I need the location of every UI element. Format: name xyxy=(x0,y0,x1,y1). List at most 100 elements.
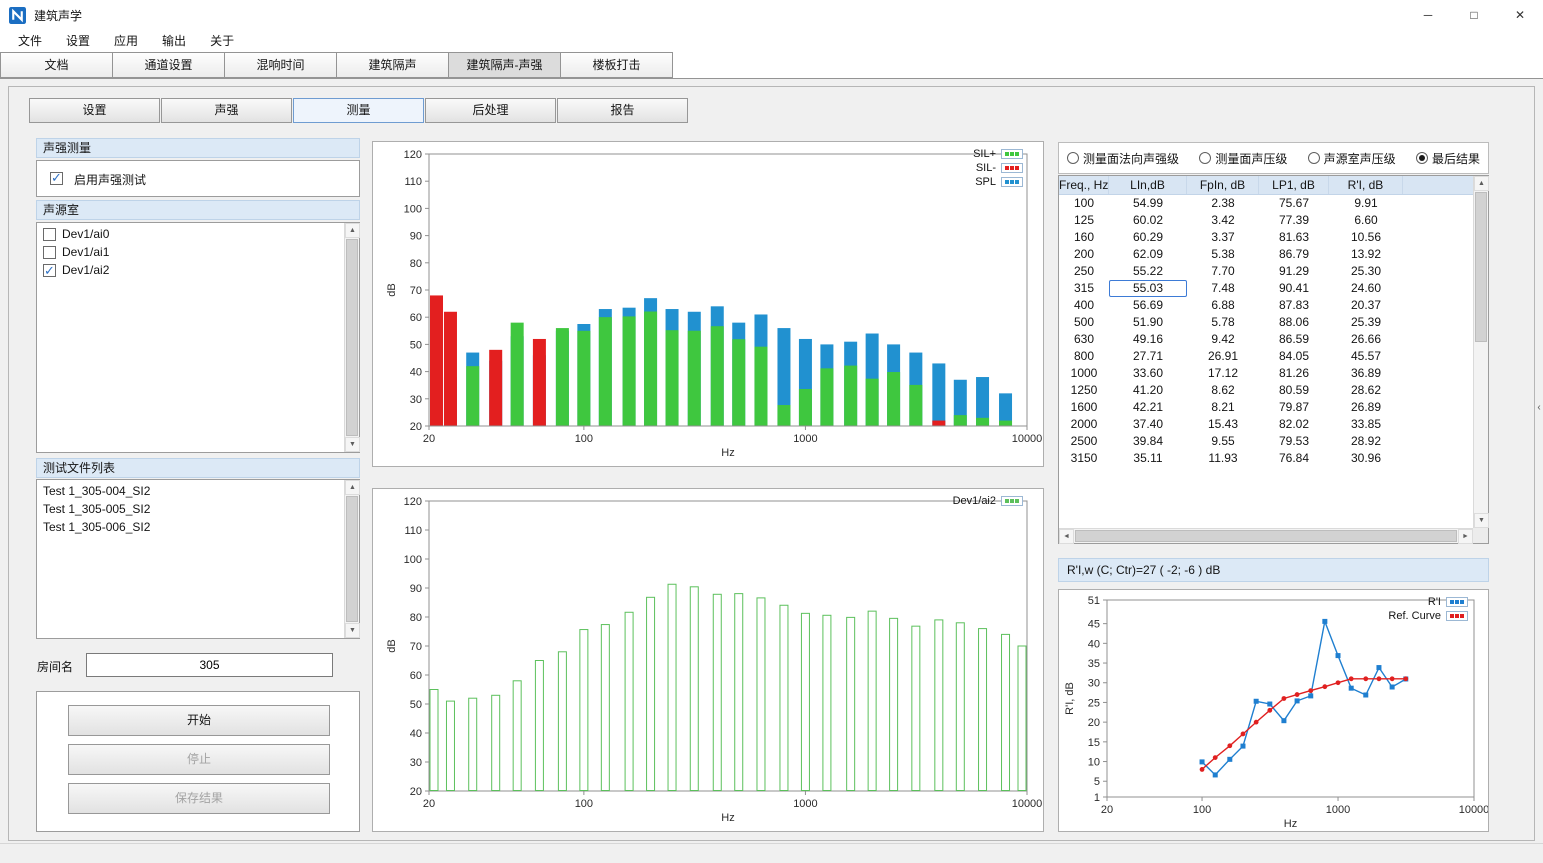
channel-item-1[interactable]: Dev1/ai1 xyxy=(38,243,343,261)
table-row[interactable]: 125041.208.6280.5928.62 xyxy=(1059,382,1473,399)
table-row[interactable]: 250039.849.5579.5328.92 xyxy=(1059,433,1473,450)
test-file-item-1[interactable]: Test 1_305-005_SI2 xyxy=(38,500,343,518)
scroll-up-icon[interactable] xyxy=(1474,176,1489,191)
table-cell[interactable]: 26.89 xyxy=(1329,399,1403,416)
table-cell[interactable]: 1250 xyxy=(1059,382,1109,399)
table-cell[interactable]: 55.03 xyxy=(1109,280,1187,297)
table-cell[interactable]: 26.91 xyxy=(1187,348,1259,365)
column-header-3[interactable]: LP1, dB xyxy=(1259,176,1329,194)
radio-option-0[interactable]: 测量面法向声强级 xyxy=(1067,150,1179,167)
table-cell[interactable]: 60.29 xyxy=(1109,229,1187,246)
table-cell[interactable]: 315 xyxy=(1059,280,1109,297)
table-cell[interactable]: 25.30 xyxy=(1329,263,1403,280)
doc-tab-0[interactable]: 文档 xyxy=(0,52,113,78)
test-file-item-0[interactable]: Test 1_305-004_SI2 xyxy=(38,482,343,500)
table-cell[interactable]: 26.66 xyxy=(1329,331,1403,348)
table-cell[interactable]: 75.67 xyxy=(1259,195,1329,212)
table-cell[interactable]: 125 xyxy=(1059,212,1109,229)
scrollbar-thumb[interactable] xyxy=(1475,192,1487,342)
table-cell[interactable]: 6.88 xyxy=(1187,297,1259,314)
table-row[interactable]: 12560.023.4277.396.60 xyxy=(1059,212,1473,229)
collapse-panel-handle[interactable] xyxy=(1535,396,1543,420)
scroll-up-icon[interactable] xyxy=(345,480,360,495)
table-cell[interactable]: 3.42 xyxy=(1187,212,1259,229)
doc-tab-4[interactable]: 建筑隔声-声强 xyxy=(448,52,561,78)
table-cell[interactable]: 17.12 xyxy=(1187,365,1259,382)
column-header-4[interactable]: R'I, dB xyxy=(1329,176,1403,194)
column-header-2[interactable]: FpIn, dB xyxy=(1187,176,1259,194)
close-button[interactable]: ✕ xyxy=(1497,0,1543,30)
channel-checkbox[interactable] xyxy=(43,264,56,277)
column-header-1[interactable]: LIn,dB xyxy=(1109,176,1187,194)
table-cell[interactable]: 100 xyxy=(1059,195,1109,212)
table-cell[interactable]: 62.09 xyxy=(1109,246,1187,263)
scroll-left-icon[interactable] xyxy=(1059,529,1074,544)
table-cell[interactable]: 77.39 xyxy=(1259,212,1329,229)
table-row[interactable]: 315035.1111.9376.8430.96 xyxy=(1059,450,1473,467)
table-row[interactable]: 200037.4015.4382.0233.85 xyxy=(1059,416,1473,433)
table-cell[interactable]: 87.83 xyxy=(1259,297,1329,314)
table-cell[interactable]: 79.87 xyxy=(1259,399,1329,416)
table-cell[interactable]: 76.84 xyxy=(1259,450,1329,467)
scrollbar-thumb[interactable] xyxy=(1075,530,1457,542)
table-cell[interactable]: 8.21 xyxy=(1187,399,1259,416)
table-row[interactable]: 10054.992.3875.679.91 xyxy=(1059,195,1473,212)
table-cell[interactable]: 39.84 xyxy=(1109,433,1187,450)
scrollbar-vertical[interactable] xyxy=(1473,176,1488,528)
table-cell[interactable]: 9.42 xyxy=(1187,331,1259,348)
table-cell[interactable]: 800 xyxy=(1059,348,1109,365)
table-cell[interactable]: 81.63 xyxy=(1259,229,1329,246)
scrollbar-horizontal[interactable] xyxy=(1059,528,1473,543)
table-cell[interactable]: 33.85 xyxy=(1329,416,1403,433)
scrollbar-vertical[interactable] xyxy=(344,223,359,452)
table-row[interactable]: 25055.227.7091.2925.30 xyxy=(1059,263,1473,280)
sub-tab-2[interactable]: 测量 xyxy=(293,98,424,123)
menu-item-0[interactable]: 文件 xyxy=(6,30,54,52)
table-row[interactable]: 31555.037.4890.4124.60 xyxy=(1059,280,1473,297)
radio-option-3[interactable]: 最后结果 xyxy=(1416,150,1480,167)
table-cell[interactable]: 84.05 xyxy=(1259,348,1329,365)
table-cell[interactable]: 86.79 xyxy=(1259,246,1329,263)
table-cell[interactable]: 9.91 xyxy=(1329,195,1403,212)
table-cell[interactable]: 6.60 xyxy=(1329,212,1403,229)
table-cell[interactable]: 500 xyxy=(1059,314,1109,331)
table-cell[interactable]: 60.02 xyxy=(1109,212,1187,229)
table-cell[interactable]: 2000 xyxy=(1059,416,1109,433)
sub-tab-0[interactable]: 设置 xyxy=(29,98,160,123)
save-result-button[interactable]: 保存结果 xyxy=(68,783,330,814)
table-cell[interactable]: 5.78 xyxy=(1187,314,1259,331)
table-cell[interactable]: 91.29 xyxy=(1259,263,1329,280)
maximize-button[interactable]: □ xyxy=(1451,0,1497,30)
menu-item-3[interactable]: 输出 xyxy=(150,30,198,52)
table-row[interactable]: 80027.7126.9184.0545.57 xyxy=(1059,348,1473,365)
scroll-down-icon[interactable] xyxy=(345,623,360,638)
table-cell[interactable]: 20.37 xyxy=(1329,297,1403,314)
table-cell[interactable]: 79.53 xyxy=(1259,433,1329,450)
table-cell[interactable]: 630 xyxy=(1059,331,1109,348)
table-cell[interactable]: 88.06 xyxy=(1259,314,1329,331)
table-cell[interactable]: 28.62 xyxy=(1329,382,1403,399)
doc-tab-3[interactable]: 建筑隔声 xyxy=(336,52,449,78)
table-cell[interactable]: 51.90 xyxy=(1109,314,1187,331)
sub-tab-3[interactable]: 后处理 xyxy=(425,98,556,123)
channel-item-2[interactable]: Dev1/ai2 xyxy=(38,261,343,279)
table-cell[interactable]: 54.99 xyxy=(1109,195,1187,212)
minimize-button[interactable]: ─ xyxy=(1405,0,1451,30)
table-cell[interactable]: 28.92 xyxy=(1329,433,1403,450)
table-cell[interactable]: 13.92 xyxy=(1329,246,1403,263)
table-row[interactable]: 50051.905.7888.0625.39 xyxy=(1059,314,1473,331)
table-cell[interactable]: 1600 xyxy=(1059,399,1109,416)
radio-option-2[interactable]: 声源室声压级 xyxy=(1308,150,1396,167)
table-cell[interactable]: 49.16 xyxy=(1109,331,1187,348)
channel-item-0[interactable]: Dev1/ai0 xyxy=(38,225,343,243)
table-cell[interactable]: 80.59 xyxy=(1259,382,1329,399)
table-cell[interactable]: 24.60 xyxy=(1329,280,1403,297)
table-cell[interactable]: 3150 xyxy=(1059,450,1109,467)
table-cell[interactable]: 400 xyxy=(1059,297,1109,314)
table-cell[interactable]: 15.43 xyxy=(1187,416,1259,433)
stop-button[interactable]: 停止 xyxy=(68,744,330,775)
table-row[interactable]: 40056.696.8887.8320.37 xyxy=(1059,297,1473,314)
scrollbar-thumb[interactable] xyxy=(346,239,358,436)
table-row[interactable]: 63049.169.4286.5926.66 xyxy=(1059,331,1473,348)
menu-item-4[interactable]: 关于 xyxy=(198,30,246,52)
